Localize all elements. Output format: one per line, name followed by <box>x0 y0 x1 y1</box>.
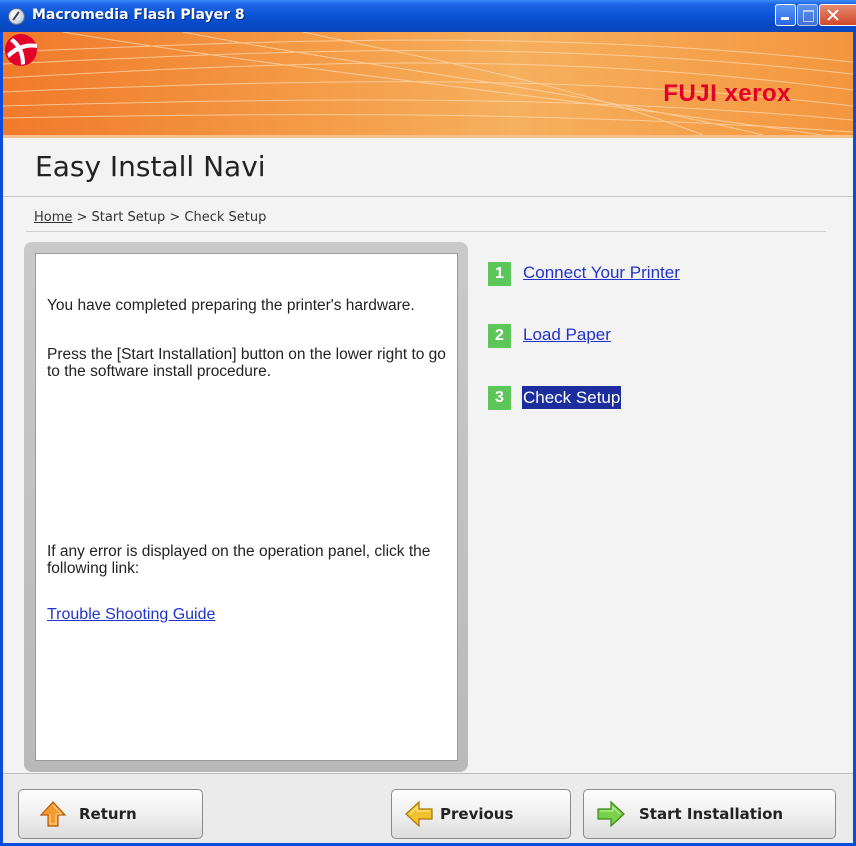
title-bar[interactable]: Macromedia Flash Player 8 <box>0 0 856 32</box>
info-panel <box>35 253 458 761</box>
info-text-completed: You have completed preparing the printer… <box>47 297 415 314</box>
page-title: Easy Install Navi <box>35 150 266 183</box>
info-text-error: If any error is displayed on the operati… <box>47 543 431 577</box>
breadcrumb-divider <box>26 231 826 232</box>
breadcrumb-home-link[interactable]: Home <box>34 210 72 225</box>
previous-button[interactable]: Previous <box>391 789 571 839</box>
minimize-button[interactable] <box>775 4 796 26</box>
info-text-instruction: Press the [Start Installation] button on… <box>47 346 446 380</box>
step-link-check-setup[interactable]: Check Setup <box>522 386 622 409</box>
header: Easy Install Navi <box>3 138 853 197</box>
start-installation-button[interactable]: Start Installation <box>583 789 836 839</box>
brand-banner: FUJI xerox <box>3 32 853 135</box>
xerox-sphere-logo-icon <box>5 34 37 66</box>
window-title: Macromedia Flash Player 8 <box>32 7 245 23</box>
return-button-label: Return <box>79 805 137 823</box>
maximize-button[interactable] <box>797 4 818 26</box>
step-link-load-paper[interactable]: Load Paper <box>523 325 611 345</box>
step-number-badge: 3 <box>488 386 511 410</box>
step-link-connect-printer[interactable]: Connect Your Printer <box>523 263 680 283</box>
breadcrumb-trail: > Start Setup > Check Setup <box>72 210 267 225</box>
right-arrow-icon <box>597 800 625 828</box>
breadcrumb: Home > Start Setup > Check Setup <box>34 210 266 225</box>
close-button[interactable] <box>819 4 856 26</box>
start-installation-button-label: Start Installation <box>639 805 784 823</box>
flash-player-icon <box>8 8 25 25</box>
up-arrow-icon <box>39 801 67 827</box>
left-arrow-icon <box>405 800 433 828</box>
step-number-badge: 2 <box>488 324 511 348</box>
step-number-badge: 1 <box>488 262 511 286</box>
previous-button-label: Previous <box>440 805 514 823</box>
return-button[interactable]: Return <box>18 789 203 839</box>
trouble-shooting-guide-link[interactable]: Trouble Shooting Guide <box>47 606 215 624</box>
fuji-xerox-logo-text: FUJI xerox <box>663 80 791 107</box>
